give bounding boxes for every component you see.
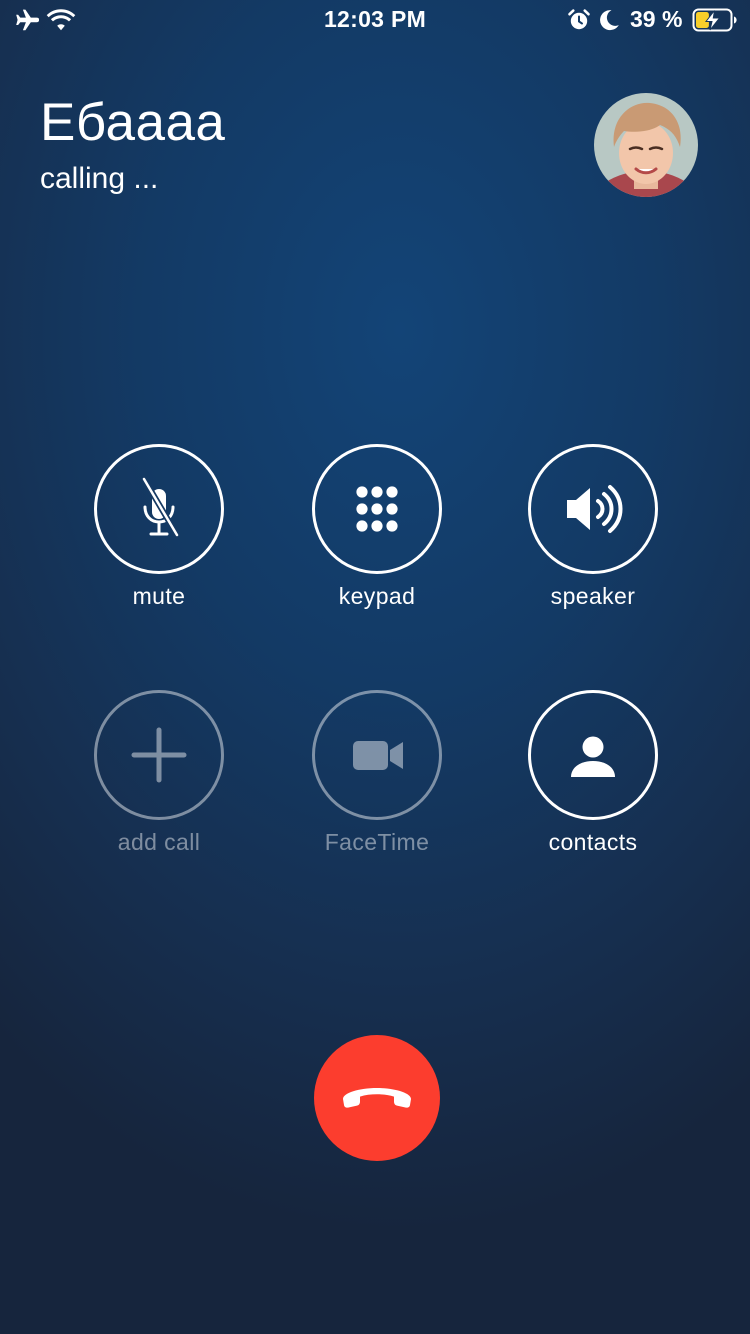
keypad-button[interactable]: keypad [267, 444, 487, 610]
facetime-label: FaceTime [324, 829, 430, 855]
mute-button[interactable]: mute [49, 444, 269, 610]
speaker-icon [567, 485, 623, 533]
end-call-button[interactable] [314, 1035, 440, 1161]
hang-up-icon [343, 1088, 411, 1108]
speaker-label: speaker [550, 583, 636, 609]
battery-charging-icon [692, 8, 737, 32]
caller-name: Ебаааа [40, 93, 226, 152]
add-call-label: add call [117, 829, 201, 855]
mic-muted-icon [141, 476, 180, 538]
caller-avatar[interactable] [594, 93, 698, 197]
person-icon [571, 736, 615, 777]
battery-percentage: 39 % [630, 6, 683, 32]
mute-label: mute [132, 583, 186, 609]
plus-icon [131, 727, 187, 783]
keypad-icon [356, 486, 398, 532]
speaker-button[interactable]: speaker [483, 444, 703, 610]
call-status: calling ... [40, 162, 159, 195]
facetime-button[interactable]: FaceTime [267, 690, 487, 856]
video-camera-icon [353, 741, 403, 770]
contacts-button[interactable]: contacts [483, 690, 703, 856]
status-bar: 12:03 PM 39 % [0, 0, 750, 40]
keypad-label: keypad [338, 583, 416, 609]
contacts-label: contacts [548, 829, 638, 855]
alarm-icon [568, 9, 590, 30]
moon-icon [600, 10, 619, 31]
add-call-button[interactable]: add call [49, 690, 269, 856]
